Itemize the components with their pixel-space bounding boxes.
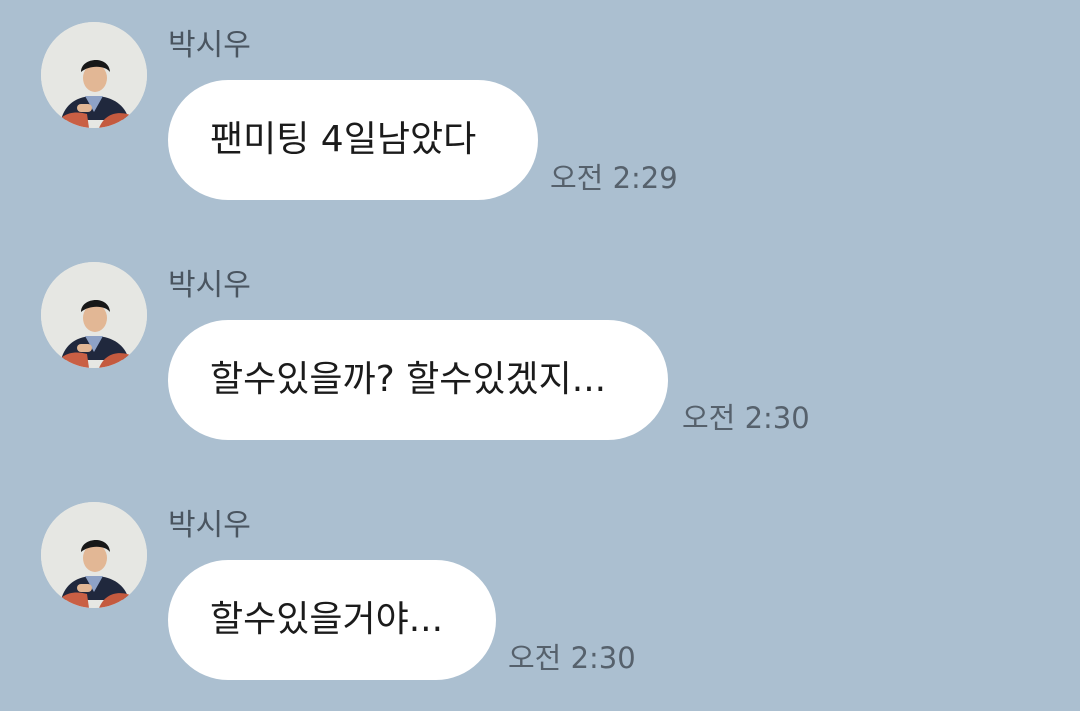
sender-name: 박시우 [168,28,251,63]
message-group: 박시우 팬미팅 4일남았다 오전 2:29 [0,22,1080,222]
avatar[interactable] [41,22,147,128]
profile-photo-icon [41,502,147,608]
sender-name: 박시우 [168,268,251,303]
profile-photo-icon [41,22,147,128]
avatar[interactable] [41,502,147,608]
message-group: 박시우 할수있을거야... 오전 2:30 [0,502,1080,702]
message-group: 박시우 할수있을까? 할수있겠지... 오전 2:30 [0,262,1080,462]
sender-name: 박시우 [168,508,251,543]
message-bubble[interactable]: 팬미팅 4일남았다 [168,80,538,200]
chat-area: 박시우 팬미팅 4일남았다 오전 2:29 박시우 할수있을까? 할수있겠지..… [0,0,1080,711]
profile-photo-icon [41,262,147,368]
message-time: 오전 2:29 [550,161,678,195]
message-time: 오전 2:30 [682,401,810,435]
message-bubble[interactable]: 할수있을거야... [168,560,496,680]
message-time: 오전 2:30 [508,641,636,675]
message-bubble[interactable]: 할수있을까? 할수있겠지... [168,320,668,440]
avatar[interactable] [41,262,147,368]
